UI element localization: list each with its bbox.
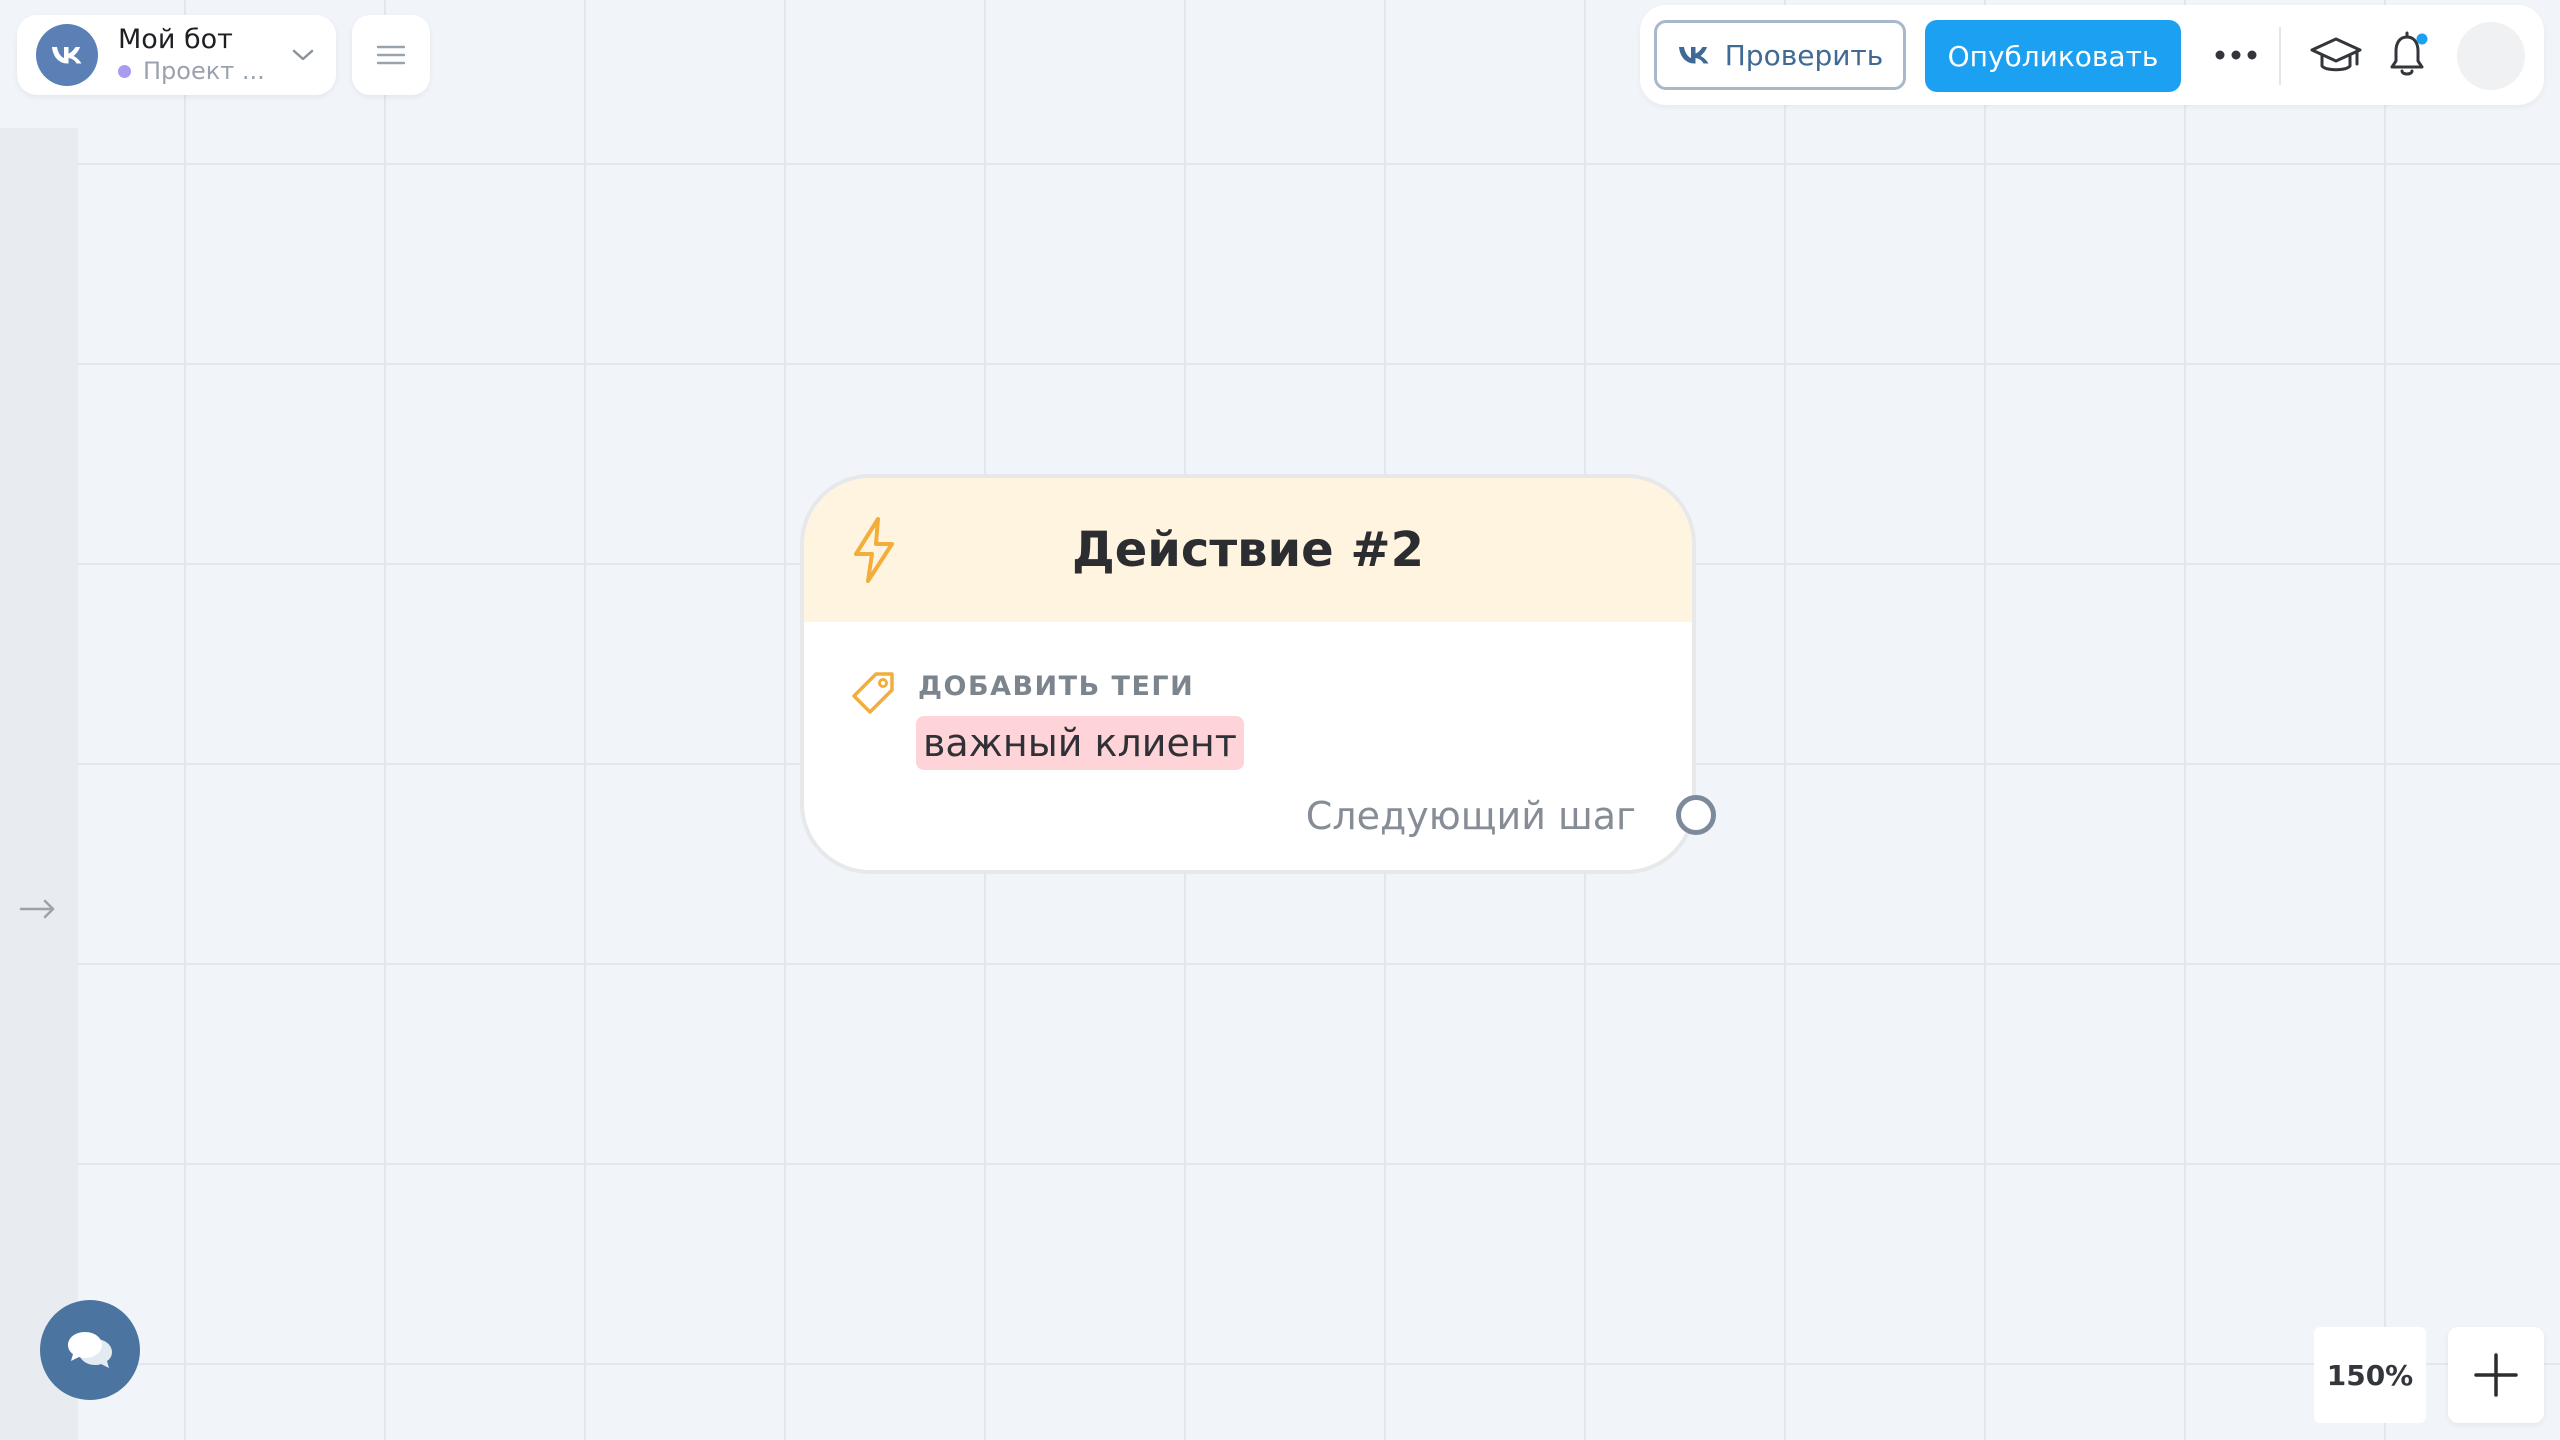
arrow-right-icon[interactable]	[18, 894, 58, 924]
next-step-label: Следующий шаг	[1305, 794, 1636, 838]
project-selector[interactable]: Мой бот Проект ...	[17, 15, 336, 95]
menu-button[interactable]	[352, 15, 430, 95]
action-label: ДОБАВИТЬ ТЕГИ	[918, 671, 1195, 702]
vk-logo-icon	[52, 47, 82, 64]
top-toolbar: Проверить Опубликовать	[1640, 5, 2544, 105]
publish-button[interactable]: Опубликовать	[1925, 20, 2181, 92]
check-button-label: Проверить	[1724, 38, 1884, 72]
chevron-down-icon[interactable]	[290, 46, 316, 64]
vk-logo-icon	[1678, 47, 1709, 64]
zoom-level[interactable]: 150%	[2314, 1327, 2426, 1423]
more-dots-icon	[2215, 50, 2257, 60]
project-avatar	[36, 24, 98, 86]
user-avatar[interactable]	[2457, 22, 2525, 90]
publish-button-label: Опубликовать	[1947, 39, 2159, 73]
check-button[interactable]: Проверить	[1654, 20, 1906, 90]
hamburger-menu-icon	[377, 45, 405, 65]
left-rail	[0, 128, 78, 1440]
node-header: Действие #2	[804, 478, 1692, 622]
notification-dot	[2416, 33, 2428, 45]
node-title: Действие #2	[1071, 522, 1425, 578]
flow-canvas[interactable]: Мой бот Проект ... Проверить Опубликоват…	[0, 0, 2560, 1440]
project-subtitle: Проект ...	[143, 57, 265, 85]
tag-icon	[852, 672, 894, 714]
action-node[interactable]: Действие #2 ДОБАВИТЬ ТЕГИ важный клиент …	[800, 474, 1716, 874]
more-button[interactable]	[2206, 30, 2266, 80]
toolbar-divider	[2279, 27, 2281, 85]
chat-bubbles-icon	[68, 1332, 112, 1368]
tag-chip: важный клиент	[916, 716, 1244, 770]
bell-icon	[2390, 31, 2428, 76]
next-step-port[interactable]	[1676, 795, 1716, 835]
help-button[interactable]	[2308, 31, 2364, 81]
add-node-button[interactable]	[2448, 1327, 2544, 1423]
project-name: Мой бот	[118, 24, 233, 55]
plus-icon	[2474, 1353, 2518, 1397]
notifications-button[interactable]	[2384, 29, 2434, 83]
status-dot	[118, 64, 131, 78]
graduation-cap-icon	[2310, 37, 2362, 72]
project-status: Проект ...	[118, 56, 290, 86]
chat-button[interactable]	[40, 1300, 140, 1400]
